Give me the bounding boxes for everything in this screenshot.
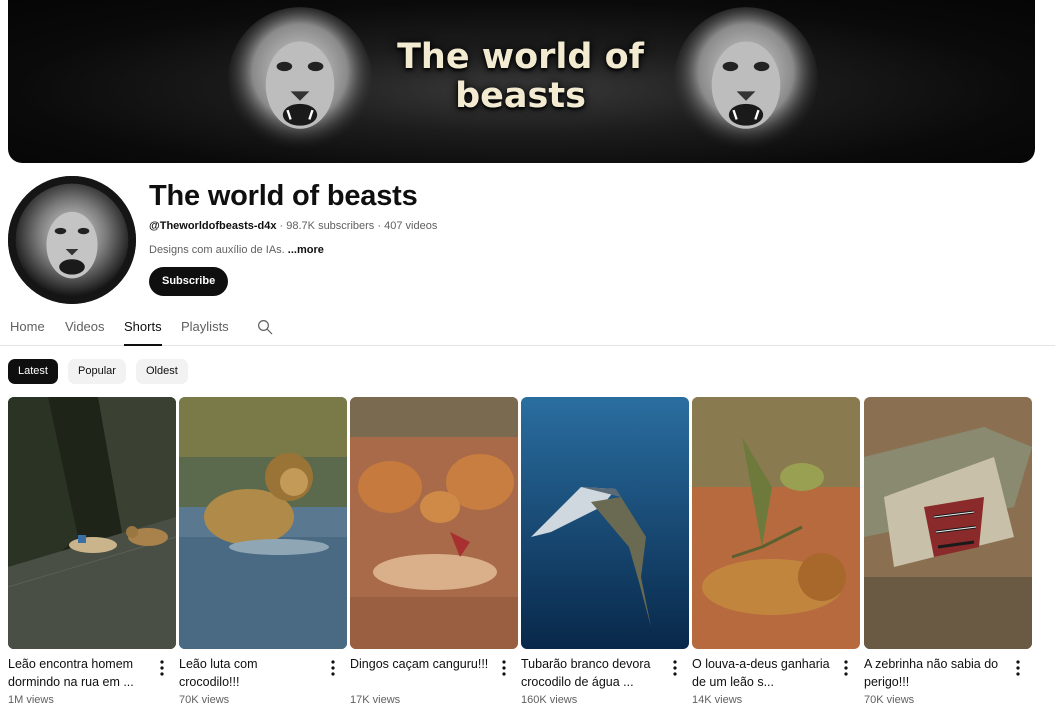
short-title[interactable]: Leão encontra homem dormindo na rua em .…	[8, 655, 150, 691]
tab-home[interactable]: Home	[10, 319, 45, 346]
banner-title-line1: The world of	[397, 37, 644, 77]
short-thumbnail[interactable]	[864, 397, 1032, 649]
short-views: 14K views	[692, 694, 743, 706]
short-title[interactable]: O louva-a-deus ganharia de um leão s...	[692, 655, 834, 691]
banner-title-line2: beasts	[455, 76, 586, 116]
short-thumbnail[interactable]	[350, 397, 518, 649]
more-options-icon[interactable]	[1011, 659, 1025, 677]
short-item[interactable]: O louva-a-deus ganharia de um leão s... …	[692, 397, 860, 706]
short-item[interactable]: Leão luta com crocodilo!!! 70K views	[179, 397, 347, 706]
short-item[interactable]: Dingos caçam canguru!!! 17K views	[350, 397, 518, 706]
short-title[interactable]: Leão luta com crocodilo!!!	[179, 655, 321, 691]
video-count: 407 videos	[384, 220, 438, 232]
tab-videos[interactable]: Videos	[65, 319, 105, 346]
short-views: 70K views	[864, 694, 915, 706]
short-views: 160K views	[521, 694, 578, 706]
short-item[interactable]: Leão encontra homem dormindo na rua em .…	[8, 397, 176, 706]
lion-avatar-image	[8, 176, 136, 304]
chip-latest[interactable]: Latest	[8, 359, 58, 384]
channel-description[interactable]: Designs com auxílio de IAs. ...more	[149, 244, 324, 256]
short-title[interactable]: A zebrinha não sabia do perigo!!!	[864, 655, 1006, 691]
chip-oldest[interactable]: Oldest	[136, 359, 188, 384]
channel-name: The world of beasts	[149, 180, 418, 212]
channel-meta: @Theworldofbeasts-d4x · 98.7K subscriber…	[149, 220, 437, 232]
short-item[interactable]: A zebrinha não sabia do perigo!!! 70K vi…	[864, 397, 1032, 706]
chip-popular[interactable]: Popular	[68, 359, 126, 384]
short-title[interactable]: Dingos caçam canguru!!!	[350, 655, 492, 673]
more-options-icon[interactable]	[155, 659, 169, 677]
short-thumbnail[interactable]	[179, 397, 347, 649]
short-title[interactable]: Tubarão branco devora crocodilo de água …	[521, 655, 663, 691]
search-icon[interactable]	[256, 318, 274, 336]
short-views: 1M views	[8, 694, 54, 706]
channel-avatar[interactable]	[8, 176, 136, 304]
channel-handle: @Theworldofbeasts-d4x	[149, 220, 277, 232]
more-options-icon[interactable]	[668, 659, 682, 677]
more-options-icon[interactable]	[326, 659, 340, 677]
short-views: 70K views	[179, 694, 230, 706]
subscribe-button[interactable]: Subscribe	[149, 267, 229, 296]
more-options-icon[interactable]	[839, 659, 853, 677]
short-thumbnail[interactable]	[692, 397, 860, 649]
tab-shorts[interactable]: Shorts	[124, 319, 162, 346]
more-link[interactable]: ...more	[288, 244, 324, 256]
channel-tabs: Home Videos Shorts Playlists	[0, 309, 1055, 346]
tab-playlists[interactable]: Playlists	[181, 319, 229, 346]
short-thumbnail[interactable]	[521, 397, 689, 649]
short-views: 17K views	[350, 694, 401, 706]
short-thumbnail[interactable]	[8, 397, 176, 649]
more-options-icon[interactable]	[497, 659, 511, 677]
banner-title: The world of beasts	[338, 38, 703, 116]
subscriber-count: 98.7K subscribers	[286, 220, 375, 232]
short-item[interactable]: Tubarão branco devora crocodilo de água …	[521, 397, 689, 706]
channel-banner: The world of beasts	[8, 0, 1035, 163]
description-text: Designs com auxílio de IAs.	[149, 244, 285, 256]
